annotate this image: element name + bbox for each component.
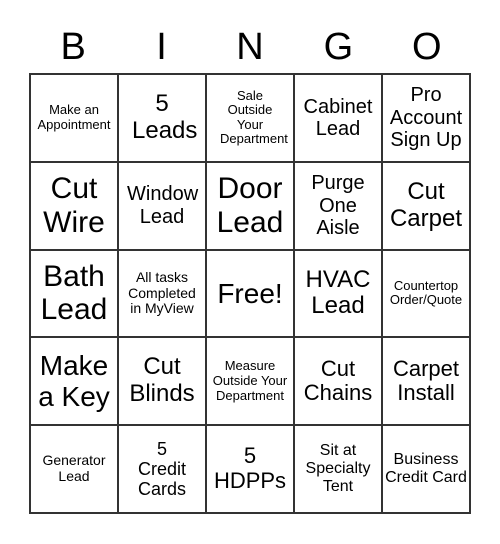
bingo-cell[interactable]: Make an Appointment <box>30 74 118 162</box>
bingo-cell[interactable]: Cut Carpet <box>382 161 470 250</box>
bingo-cell[interactable]: Countertop Order/Quote <box>382 249 470 338</box>
cell-label: Door Lead <box>216 172 284 239</box>
cell-label: Cut Wire <box>43 172 105 239</box>
cell-label: Cut Carpet <box>389 177 463 232</box>
bingo-cell[interactable]: Measure Outside Your Department <box>206 337 294 426</box>
cell-label: 5 Leads <box>132 90 198 144</box>
cell-label: All tasks Completed in MyView <box>128 268 196 317</box>
bingo-cell[interactable]: Window Lead <box>118 161 206 250</box>
bingo-cell[interactable]: Door Lead <box>206 161 294 250</box>
header-letter-o: O <box>411 26 442 68</box>
bingo-cell[interactable]: Generator Lead <box>30 425 118 513</box>
header-letter-i: I <box>156 26 167 68</box>
cell-label: Countertop Order/Quote <box>389 277 463 308</box>
cell-label: Purge One Aisle <box>311 172 365 239</box>
cell-label: Sit at Specialty Tent <box>305 442 371 496</box>
cell-label: Measure Outside Your Department <box>212 358 288 403</box>
bingo-cell[interactable]: Pro Account Sign Up <box>382 74 470 162</box>
cell-label: HVAC Lead <box>305 265 371 320</box>
bingo-cell[interactable]: Carpet Install <box>382 337 470 426</box>
cell-label: Bath Lead <box>40 259 108 327</box>
bingo-cell[interactable]: Bath Lead <box>30 249 118 338</box>
cell-label: Sale Outside Your Department <box>220 87 288 147</box>
cell-label: Make a Key <box>38 349 110 413</box>
cell-label: Cut Chains <box>303 355 373 406</box>
bingo-cell[interactable]: Purge One Aisle <box>294 161 382 250</box>
cell-label: Free! <box>217 277 283 309</box>
cell-label: Window Lead <box>127 183 199 228</box>
bingo-cell[interactable]: Sit at Specialty Tent <box>294 425 382 513</box>
cell-label: Business Credit Card <box>385 451 467 487</box>
cell-label: 5 Credit Cards <box>137 438 186 500</box>
bingo-cell[interactable]: Cut Chains <box>294 337 382 426</box>
bingo-cell[interactable]: Business Credit Card <box>382 425 470 513</box>
bingo-cell[interactable]: 5 Leads <box>118 74 206 162</box>
cell-label: Carpet Install <box>392 355 460 406</box>
cell-label: Pro Account Sign Up <box>389 84 463 152</box>
header-letter-g: G <box>323 26 354 68</box>
cell-label: Cabinet Lead <box>303 95 373 140</box>
bingo-free-cell[interactable]: Free! <box>206 249 294 338</box>
bingo-cell[interactable]: 5 HDPPs <box>206 425 294 513</box>
cell-label: 5 HDPPs <box>213 443 287 494</box>
header-letter-n: N <box>236 26 264 68</box>
header-letter-b: B <box>60 26 86 68</box>
bingo-cell[interactable]: Cut Blinds <box>118 337 206 426</box>
bingo-cell[interactable]: All tasks Completed in MyView <box>118 249 206 338</box>
cell-label: Generator Lead <box>42 452 106 485</box>
cell-label: Cut Blinds <box>129 353 195 408</box>
bingo-cell[interactable]: Cabinet Lead <box>294 74 382 162</box>
bingo-cell[interactable]: Make a Key <box>30 337 118 426</box>
bingo-cell[interactable]: Sale Outside Your Department <box>206 74 294 162</box>
cell-label: Make an Appointment <box>37 102 111 132</box>
bingo-cell[interactable]: 5 Credit Cards <box>118 425 206 513</box>
bingo-grid: Make an Appointment 5 Leads Sale Outside… <box>29 73 471 514</box>
bingo-cell[interactable]: HVAC Lead <box>294 249 382 338</box>
bingo-cell[interactable]: Cut Wire <box>30 161 118 250</box>
bingo-header: B I N G O <box>29 22 471 72</box>
